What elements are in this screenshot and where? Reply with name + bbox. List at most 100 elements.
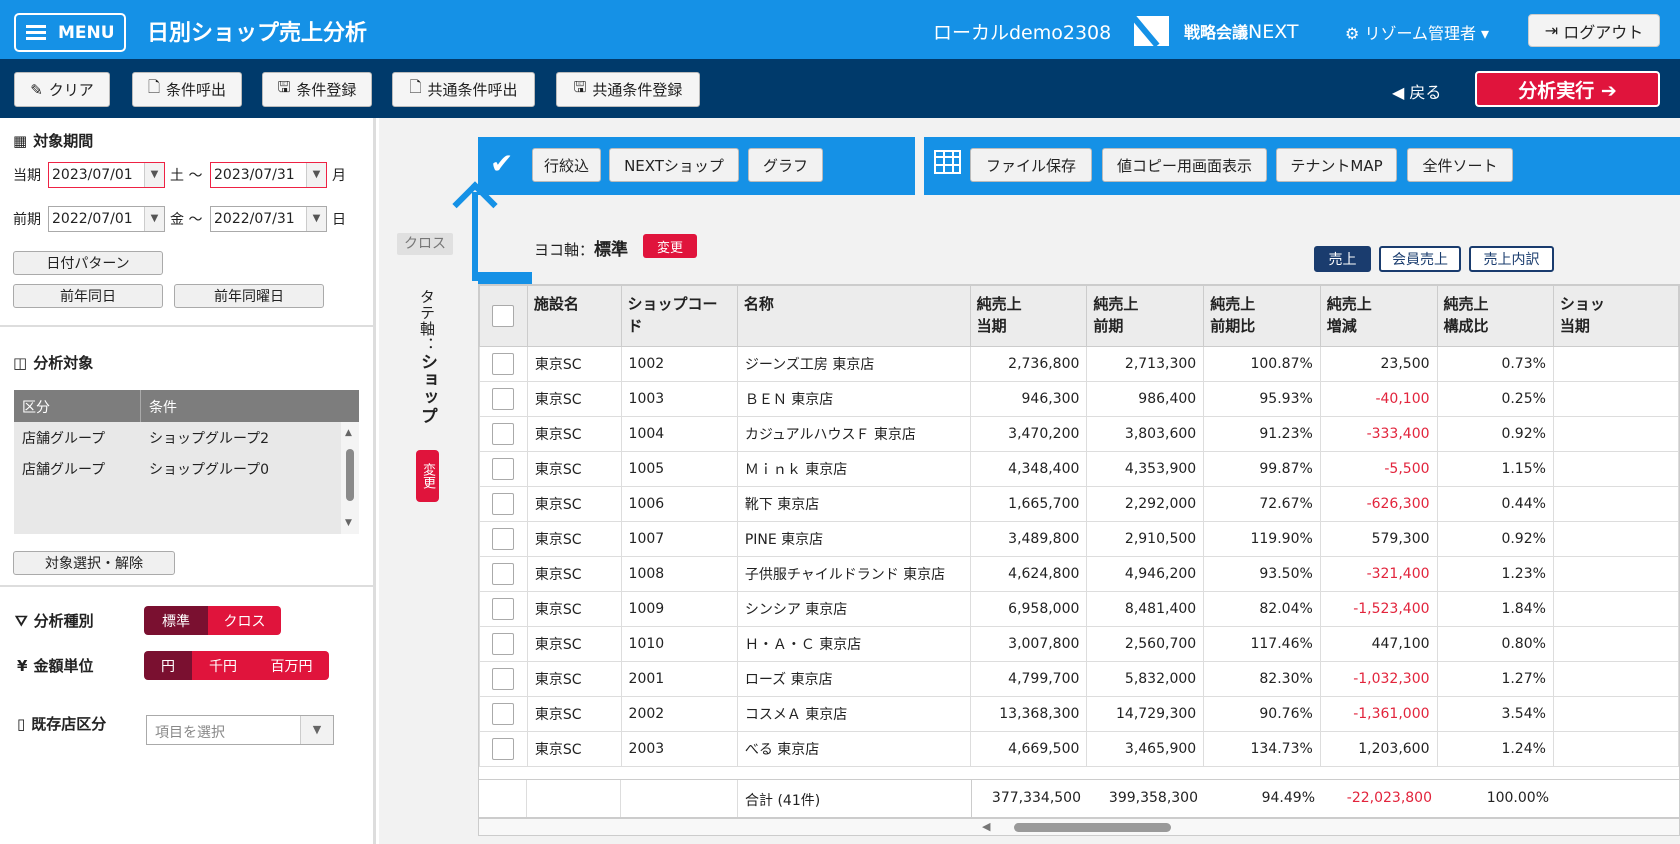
cell-sales-share: 1.24% bbox=[1436, 730, 1554, 767]
unit-thousand[interactable]: 千円 bbox=[192, 651, 254, 680]
col-shop-code[interactable]: ショップコード bbox=[620, 285, 738, 347]
current-from-date[interactable]: 2023/07/01 ▼ bbox=[48, 162, 165, 188]
menu-button[interactable]: MENU bbox=[14, 13, 126, 52]
scroll-thumb[interactable] bbox=[346, 449, 354, 501]
next-shop-button[interactable]: NEXTショップ bbox=[609, 148, 739, 182]
col-shop-name[interactable]: 名称 bbox=[736, 285, 971, 347]
existing-store-select[interactable]: 項目を選択 ▼ bbox=[146, 715, 334, 745]
cell-shop-current bbox=[1552, 485, 1679, 522]
sort-all-button[interactable]: 全件ソート bbox=[1407, 148, 1513, 182]
row-checkbox[interactable] bbox=[492, 737, 515, 760]
cell-shop-code: 1006 bbox=[620, 485, 738, 522]
row-checkbox[interactable] bbox=[492, 562, 515, 585]
file-save-button[interactable]: ファイル保存 bbox=[970, 148, 1092, 182]
run-analysis-button[interactable]: 分析実行 ➔ bbox=[1475, 71, 1660, 107]
user-menu[interactable]: ⚙ リゾーム管理者 ▾ bbox=[1345, 20, 1489, 44]
view-sales-toggle[interactable]: 売上 bbox=[1314, 246, 1371, 272]
save-condition-button[interactable]: 🖫 条件登録 bbox=[262, 72, 372, 107]
table-row[interactable]: 東京SC 2002 コスメＡ 東京店 13,368,300 14,729,300 90.7… bbox=[479, 695, 1679, 732]
row-checkbox[interactable] bbox=[492, 422, 515, 445]
chevron-down-icon[interactable]: ▼ bbox=[144, 207, 164, 231]
table-row[interactable]: 東京SC 2003 べる 東京店 4,669,500 3,465,900 134.73% 1… bbox=[479, 730, 1679, 767]
col-facility[interactable]: 施設名 bbox=[526, 285, 622, 347]
table-row[interactable]: 東京SC 1008 子供服チャイルドランド 東京店 4,624,800 4,946,20… bbox=[479, 555, 1679, 592]
totals-diff: -22,023,800 bbox=[1346, 790, 1432, 806]
analysis-type-cross[interactable]: クロス bbox=[208, 606, 281, 635]
shared-load-button[interactable]: 🗋 共通条件呼出 bbox=[392, 72, 535, 107]
date-pattern-button[interactable]: 日付パターン bbox=[13, 251, 163, 275]
row-checkbox[interactable] bbox=[492, 632, 515, 655]
cell-sales-current: 4,348,400 bbox=[969, 450, 1088, 487]
col-sales-diff[interactable]: 純売上 増減 bbox=[1319, 285, 1438, 347]
same-weekday-button[interactable]: 前年同曜日 bbox=[174, 284, 324, 308]
row-checkbox[interactable] bbox=[492, 492, 515, 515]
logout-button[interactable]: ⇥ ログアウト bbox=[1528, 14, 1660, 47]
row-checkbox[interactable] bbox=[492, 352, 515, 375]
shared-save-button[interactable]: 🖫 共通条件登録 bbox=[556, 72, 700, 107]
col-sales-current[interactable]: 純売上 当期 bbox=[969, 285, 1088, 347]
table-row[interactable]: 東京SC 2001 ローズ 東京店 4,799,700 5,832,000 82.30% -… bbox=[479, 660, 1679, 697]
list-item[interactable]: 店舗グループ ショップグループ0 bbox=[14, 453, 359, 484]
row-checkbox[interactable] bbox=[492, 457, 515, 480]
hamburger-icon bbox=[26, 22, 46, 43]
col-sales-previous[interactable]: 純売上 前期 bbox=[1086, 285, 1205, 347]
table-row[interactable]: 東京SC 1006 靴下 東京店 1,665,700 2,292,000 72.67% -6… bbox=[479, 485, 1679, 522]
row-checkbox[interactable] bbox=[492, 527, 515, 550]
cell-shop-current bbox=[1552, 590, 1679, 627]
row-checkbox[interactable] bbox=[492, 702, 515, 725]
cell-sales-previous: 3,465,900 bbox=[1086, 730, 1205, 767]
table-row[interactable]: 東京SC 1004 カジュアルハウスＦ 東京店 3,470,200 3,803,600 9… bbox=[479, 415, 1679, 452]
unit-million[interactable]: 百万円 bbox=[254, 651, 329, 680]
view-breakdown-toggle[interactable]: 売上内訳 bbox=[1469, 246, 1554, 272]
table-row[interactable]: 東京SC 1007 PINE 東京店 3,489,800 2,910,500 119.90… bbox=[479, 520, 1679, 557]
table-row[interactable]: 東京SC 1005 Ｍｉｎｋ 東京店 4,348,400 4,353,900 99.87%… bbox=[479, 450, 1679, 487]
target-select-button[interactable]: 対象選択・解除 bbox=[13, 551, 175, 575]
row-checkbox[interactable] bbox=[492, 597, 515, 620]
unit-yen[interactable]: 円 bbox=[144, 651, 192, 680]
filter-rows-button[interactable]: 行絞込 bbox=[532, 148, 601, 182]
cell-sales-previous: 14,729,300 bbox=[1086, 695, 1205, 732]
col-sales-ratio[interactable]: 純売上 前期比 bbox=[1203, 285, 1321, 347]
same-day-button[interactable]: 前年同日 bbox=[13, 284, 163, 308]
prev-from-date[interactable]: 2022/07/01 ▼ bbox=[48, 206, 165, 232]
current-to-date[interactable]: 2023/07/31 ▼ bbox=[210, 162, 327, 188]
chevron-down-icon[interactable]: ▼ bbox=[306, 163, 326, 187]
scroll-up-icon[interactable]: ▲ bbox=[345, 428, 352, 438]
cell-facility: 東京SC bbox=[526, 520, 622, 557]
back-link[interactable]: ◀ 戻る bbox=[1392, 79, 1441, 103]
table-row[interactable]: 東京SC 1003 ＢＥＮ 東京店 946,300 986,400 95.93% -40,1… bbox=[479, 380, 1679, 417]
vertical-axis-change-button[interactable]: 変更 bbox=[416, 450, 439, 502]
chevron-down-icon[interactable]: ▼ bbox=[300, 716, 333, 744]
table-row[interactable]: 東京SC 1009 シンシア 東京店 6,958,000 8,481,400 82.04%… bbox=[479, 590, 1679, 627]
cell-sales-current: 3,489,800 bbox=[969, 520, 1088, 557]
graph-button[interactable]: グラフ bbox=[748, 148, 823, 182]
analysis-type-standard[interactable]: 標準 bbox=[144, 606, 208, 635]
col-shop-current[interactable]: ショッ 当期 bbox=[1552, 285, 1679, 347]
scroll-left-icon[interactable]: ◀ bbox=[982, 820, 990, 833]
scrollbar[interactable]: ▲ ▼ bbox=[341, 422, 359, 534]
totals-ratio: 94.49% bbox=[1261, 790, 1315, 806]
prev-to-date[interactable]: 2022/07/31 ▼ bbox=[210, 206, 327, 232]
save-icon: 🖫 bbox=[573, 78, 587, 96]
cell-sales-current: 3,470,200 bbox=[969, 415, 1088, 452]
scroll-down-icon[interactable]: ▼ bbox=[345, 518, 352, 528]
table-row[interactable]: 東京SC 1002 ジーンズ工房 東京店 2,736,800 2,713,300 100.… bbox=[479, 345, 1679, 382]
tenant-map-button[interactable]: テナントMAP bbox=[1276, 148, 1397, 182]
horizontal-scrollbar[interactable]: ◀ bbox=[478, 818, 1680, 836]
prev-to-weekday: 日 bbox=[332, 212, 346, 228]
copy-view-button[interactable]: 値コピー用画面表示 bbox=[1102, 148, 1267, 182]
list-item[interactable]: 店舗グループ ショップグループ2 bbox=[14, 422, 359, 453]
select-all-checkbox[interactable] bbox=[492, 304, 515, 327]
chevron-down-icon[interactable]: ▼ bbox=[144, 163, 164, 187]
scroll-thumb[interactable] bbox=[1014, 823, 1171, 832]
row-checkbox[interactable] bbox=[492, 667, 515, 690]
chevron-down-icon[interactable]: ▼ bbox=[306, 207, 326, 231]
view-member-sales-toggle[interactable]: 会員売上 bbox=[1379, 246, 1461, 272]
cell-shop-code: 1004 bbox=[620, 415, 738, 452]
clear-button[interactable]: ✎ クリア bbox=[14, 72, 110, 107]
col-sales-share[interactable]: 純売上 構成比 bbox=[1436, 285, 1554, 347]
table-row[interactable]: 東京SC 1010 Ｈ・Ａ・Ｃ 東京店 3,007,800 2,560,700 117.4… bbox=[479, 625, 1679, 662]
row-checkbox[interactable] bbox=[492, 387, 515, 410]
horizontal-axis-change-button[interactable]: 変更 bbox=[643, 234, 697, 258]
load-condition-button[interactable]: 🗋 条件呼出 bbox=[132, 72, 242, 107]
